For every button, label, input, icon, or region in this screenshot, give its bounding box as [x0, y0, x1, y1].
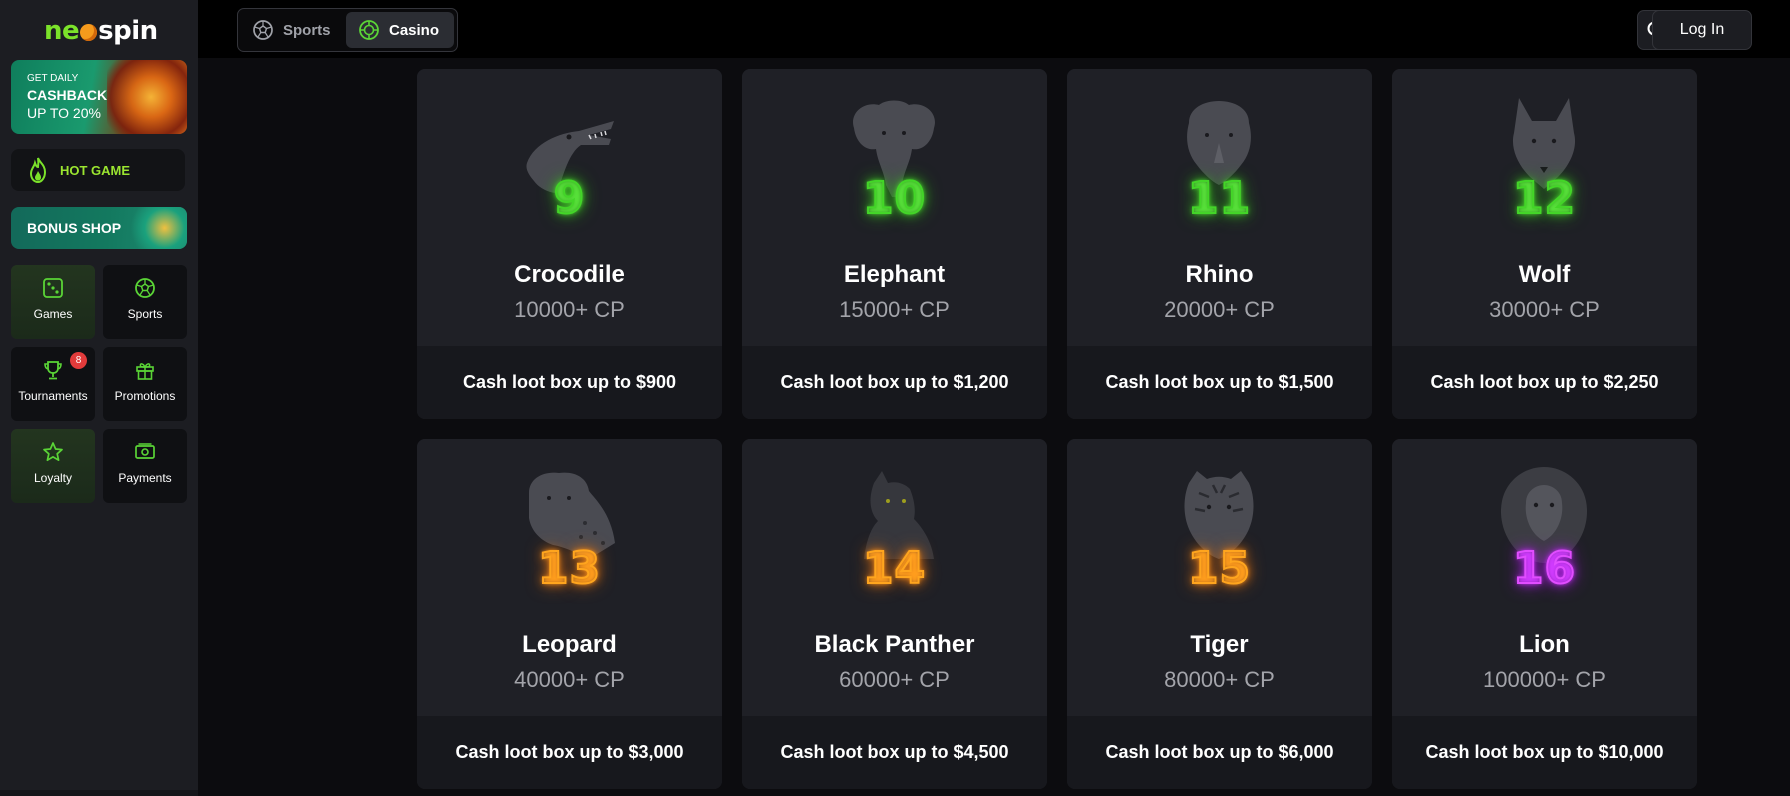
- level-name: Elephant: [843, 261, 946, 288]
- logo-text-part2: spin: [98, 16, 158, 46]
- soccer-ball-icon: [253, 20, 273, 40]
- sidebar-item-sports[interactable]: Sports: [103, 265, 187, 339]
- level-reward: Cash loot box up to $6,000: [1067, 716, 1372, 789]
- cashback-banner[interactable]: GET DAILY CASHBACK UP TO 20%: [11, 60, 187, 134]
- level-card: 12 Wolf 30000+ CP Cash loot box up to $2…: [1392, 69, 1697, 419]
- level-name: Tiger: [1190, 631, 1249, 658]
- level-card-top: 14 Black Panther 60000+ CP: [742, 439, 1047, 716]
- sidebar-item-label: Payments: [118, 471, 172, 485]
- cashback-line1: GET DAILY: [27, 73, 79, 84]
- sidebar-item-label: Games: [33, 307, 73, 321]
- sidebar-item-promotions[interactable]: Promotions: [103, 347, 187, 421]
- level-number: 9: [553, 172, 586, 225]
- login-button[interactable]: Log In: [1652, 10, 1752, 50]
- level-points: 10000+ CP: [514, 297, 625, 322]
- sidebar-item-loyalty[interactable]: Loyalty: [11, 429, 95, 503]
- level-name: Crocodile: [514, 261, 625, 288]
- tab-casino[interactable]: Casino: [346, 12, 454, 48]
- sidebar-item-label: Tournaments: [18, 389, 88, 403]
- level-card: 10 Elephant 15000+ CP Cash loot box up t…: [742, 69, 1047, 419]
- level-number: 10: [862, 172, 927, 225]
- level-card: 15 Tiger 80000+ CP Cash loot box up to $…: [1067, 439, 1372, 789]
- level-card-top: 10 Elephant 15000+ CP: [742, 69, 1047, 346]
- level-name: Wolf: [1518, 261, 1571, 288]
- bonus-shop-label: BONUS SHOP: [27, 220, 122, 236]
- level-points: 80000+ CP: [1164, 667, 1275, 692]
- soccer-ball-icon: [135, 278, 155, 298]
- brand-logo[interactable]: ne spin: [44, 16, 158, 46]
- cash-icon: [135, 443, 155, 459]
- level-card-top: 11 Rhino 20000+ CP: [1067, 69, 1372, 346]
- level-reward: Cash loot box up to $3,000: [417, 716, 722, 789]
- dice-icon: [43, 278, 63, 298]
- level-name: Lion: [1519, 631, 1570, 658]
- cashback-line2: CASHBACK: [27, 87, 108, 103]
- level-number: 16: [1512, 542, 1577, 595]
- level-number: 14: [862, 542, 927, 595]
- level-card: 9 Crocodile 10000+ CP Cash loot box up t…: [417, 69, 722, 419]
- sidebar-item-label: Promotions: [114, 389, 176, 403]
- level-points: 100000+ CP: [1483, 667, 1606, 692]
- bonus-shop-art-image: [131, 207, 187, 249]
- level-reward: Cash loot box up to $900: [417, 346, 722, 419]
- logo-text-part1: ne: [44, 16, 80, 46]
- flame-icon: [29, 157, 47, 183]
- level-reward: Cash loot box up to $10,000: [1392, 716, 1697, 789]
- level-number: 15: [1187, 542, 1252, 595]
- product-switcher: Sports Casino: [237, 8, 458, 52]
- gift-icon: [136, 363, 154, 380]
- level-number: 11: [1187, 172, 1252, 225]
- sidebar-footer-divider: [0, 790, 198, 796]
- level-card-top: 9 Crocodile 10000+ CP: [417, 69, 722, 346]
- level-card: 11 Rhino 20000+ CP Cash loot box up to $…: [1067, 69, 1372, 419]
- tab-casino-label: Casino: [389, 21, 440, 39]
- level-card-top: 16 Lion 100000+ CP: [1392, 439, 1697, 716]
- casino-chip-icon: [359, 20, 379, 40]
- level-card-top: 12 Wolf 30000+ CP: [1392, 69, 1697, 346]
- bonus-shop-banner[interactable]: BONUS SHOP: [11, 207, 187, 249]
- tournaments-count-badge: 8: [70, 352, 87, 369]
- level-number: 13: [537, 542, 602, 595]
- hot-game-label: HOT GAME: [60, 162, 131, 178]
- level-reward: Cash loot box up to $2,250: [1392, 346, 1697, 419]
- sidebar-item-games[interactable]: Games: [11, 265, 95, 339]
- logo-pumpkin-icon: [80, 23, 98, 41]
- tab-sports-label: Sports: [283, 21, 331, 39]
- level-reward: Cash loot box up to $1,500: [1067, 346, 1372, 419]
- level-number: 12: [1512, 172, 1577, 225]
- level-name: Rhino: [1185, 261, 1254, 288]
- app: ne spin GET DAILY CASHBACK UP TO 20% HOT…: [0, 0, 1790, 796]
- tab-sports[interactable]: Sports: [252, 12, 331, 48]
- loyalty-levels-grid: 9 Crocodile 10000+ CP Cash loot box up t…: [417, 69, 1697, 796]
- level-reward: Cash loot box up to $4,500: [742, 716, 1047, 789]
- cashback-art-image: [107, 60, 187, 134]
- cashback-line3: UP TO 20%: [27, 105, 101, 121]
- level-card-top: 13 Leopard 40000+ CP: [417, 439, 722, 716]
- level-name: Leopard: [522, 631, 617, 658]
- level-points: 15000+ CP: [839, 297, 950, 322]
- level-card-top: 15 Tiger 80000+ CP: [1067, 439, 1372, 716]
- star-icon: [43, 442, 63, 462]
- level-card: 13 Leopard 40000+ CP Cash loot box up to…: [417, 439, 722, 789]
- sidebar-item-label: Sports: [127, 307, 163, 321]
- level-points: 20000+ CP: [1164, 297, 1275, 322]
- level-card: 14 Black Panther 60000+ CP Cash loot box…: [742, 439, 1047, 789]
- level-points: 40000+ CP: [514, 667, 625, 692]
- level-card: 16 Lion 100000+ CP Cash loot box up to $…: [1392, 439, 1697, 789]
- sidebar-item-label: Loyalty: [33, 471, 73, 485]
- level-points: 30000+ CP: [1489, 297, 1600, 322]
- sidebar-nav-grid: Games Sports 8 Tournaments Promotions Lo…: [11, 265, 187, 503]
- sidebar-item-payments[interactable]: Payments: [103, 429, 187, 503]
- sidebar: ne spin GET DAILY CASHBACK UP TO 20% HOT…: [0, 0, 198, 796]
- trophy-icon: [44, 361, 62, 380]
- hot-game-button[interactable]: HOT GAME: [11, 149, 185, 191]
- level-points: 60000+ CP: [839, 667, 950, 692]
- sidebar-item-tournaments[interactable]: 8 Tournaments: [11, 347, 95, 421]
- top-bar: Sports Casino Log In: [198, 0, 1790, 58]
- level-name: Black Panther: [814, 631, 975, 658]
- level-reward: Cash loot box up to $1,200: [742, 346, 1047, 419]
